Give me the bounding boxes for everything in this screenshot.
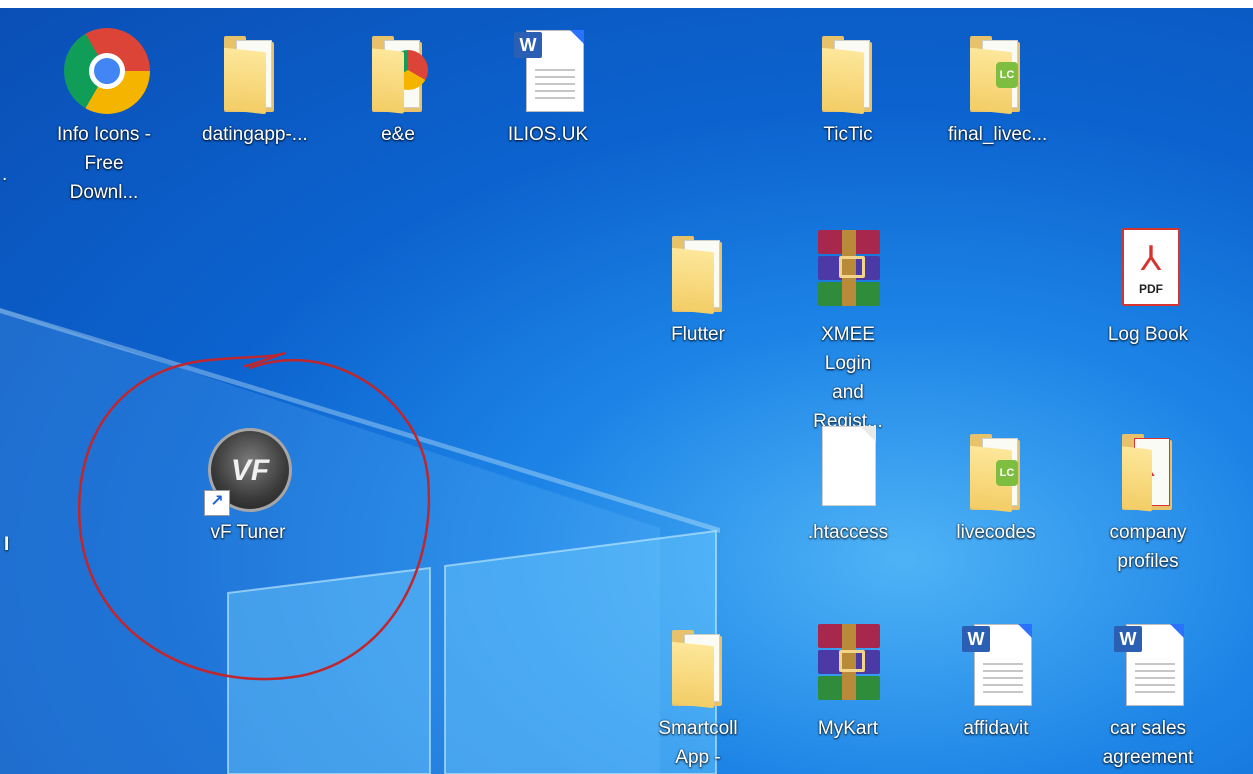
desktop-icon-htaccess[interactable]: .htaccess — [800, 420, 896, 547]
folder-icon — [650, 616, 746, 712]
folder-icon — [202, 22, 298, 118]
icon-label: vF Tuner — [210, 522, 286, 543]
icon-label: e&e — [381, 124, 415, 145]
blank-file-icon — [800, 420, 896, 516]
desktop-icon-affidavit[interactable]: W affidavit — [948, 616, 1044, 743]
icon-label: car sales agreement — [1102, 718, 1194, 768]
word-document-icon: W — [1100, 616, 1196, 712]
folder-icon — [650, 222, 746, 318]
offscreen-icon-label-fragment: . — [2, 164, 8, 185]
pdf-file-icon: ⅄ PDF — [1100, 222, 1196, 318]
shortcut-arrow-icon: ↗ — [204, 490, 230, 516]
desktop-icon-final-livec[interactable]: LC final_livec... — [948, 22, 1048, 149]
annotation-circle — [77, 351, 431, 681]
winrar-archive-icon — [800, 222, 896, 318]
icon-label: datingapp-... — [202, 124, 308, 145]
desktop-icon-info-icons[interactable]: Info Icons - Free Downl... — [56, 22, 152, 207]
desktop-icon-e-and-e[interactable]: e&e — [350, 22, 446, 149]
icon-label: .htaccess — [807, 522, 889, 543]
icon-label: TicTic — [823, 124, 873, 145]
desktop-icon-xmee[interactable]: XMEE Login and Regist... — [800, 222, 896, 436]
chrome-icon — [64, 28, 150, 114]
icon-label: Smartcoll App -android — [658, 718, 738, 768]
desktop-icon-ilios[interactable]: W ILIOS.UK — [500, 22, 596, 149]
icon-label: final_livec... — [948, 124, 1048, 145]
winrar-archive-icon — [800, 616, 896, 712]
icon-label: Log Book — [1107, 324, 1189, 345]
desktop-icon-tictic[interactable]: TicTic — [800, 22, 896, 149]
folder-icon — [350, 22, 446, 118]
desktop-icon-smartcoll[interactable]: Smartcoll App -android — [650, 616, 746, 774]
offscreen-icon-label-fragment: I — [4, 534, 10, 555]
desktop-icon-company-profiles[interactable]: ⅄ company profiles — [1100, 420, 1196, 576]
windows-wallpaper — [0, 308, 720, 774]
desktop-icon-vf-tuner[interactable]: VF ↗ vF Tuner — [200, 420, 296, 547]
icon-label: Info Icons - Free Downl... — [57, 124, 151, 203]
icon-label: livecodes — [956, 522, 1036, 543]
desktop-icon-mykart[interactable]: MyKart — [800, 616, 896, 743]
icon-label: Flutter — [671, 324, 725, 345]
desktop-icon-livecodes[interactable]: LC livecodes — [948, 420, 1044, 547]
desktop-icon-flutter[interactable]: Flutter — [650, 222, 746, 349]
folder-icon: LC — [948, 420, 1044, 516]
folder-icon — [800, 22, 896, 118]
icon-label: XMEE Login and Regist... — [813, 324, 883, 432]
icon-label: affidavit — [963, 718, 1029, 739]
icon-label: company profiles — [1109, 522, 1187, 572]
desktop-icon-car-sales[interactable]: W car sales agreement — [1100, 616, 1196, 772]
word-document-icon: W — [948, 616, 1044, 712]
icon-label: MyKart — [817, 718, 879, 739]
icon-label: ILIOS.UK — [507, 124, 589, 145]
desktop[interactable]: Info Icons - Free Downl... datingapp-...… — [0, 8, 1253, 774]
desktop-icon-log-book[interactable]: ⅄ PDF Log Book — [1100, 222, 1196, 349]
folder-icon: LC — [948, 22, 1044, 118]
desktop-icon-datingapp[interactable]: datingapp-... — [202, 22, 308, 149]
folder-icon: ⅄ — [1100, 420, 1196, 516]
word-document-icon: W — [500, 22, 596, 118]
